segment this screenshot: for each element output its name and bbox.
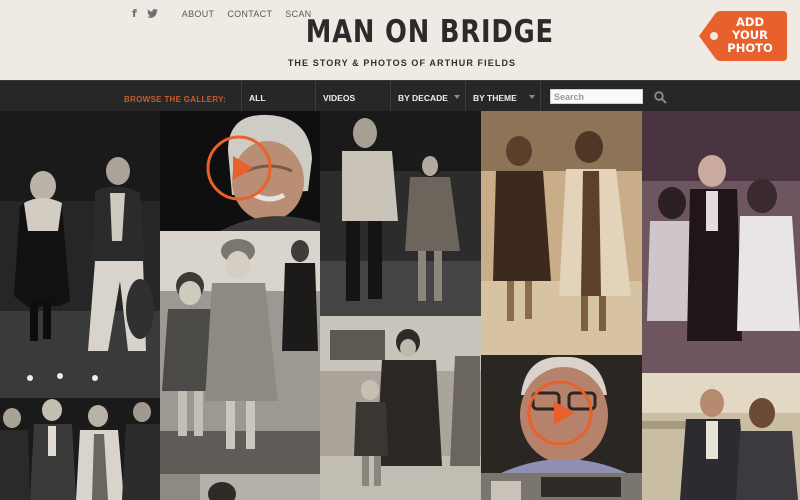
chevron-down-icon	[454, 95, 460, 99]
contact-link[interactable]: CONTACT	[227, 9, 272, 19]
chevron-down-icon	[529, 95, 535, 99]
gallery-photo[interactable]	[0, 111, 160, 368]
filter-by-theme-label: BY THEME	[473, 93, 517, 103]
gallery-photo[interactable]	[642, 111, 800, 373]
play-button[interactable]	[205, 134, 273, 202]
add-photo-button[interactable]: ADD YOUR PHOTO	[697, 10, 788, 62]
gallery-photo[interactable]	[160, 474, 320, 500]
filter-by-theme[interactable]: BY THEME	[465, 81, 541, 111]
filter-by-decade[interactable]: BY DECADE	[390, 81, 465, 111]
logo-subtitle: THE STORY & PHOTOS OF ARTHUR FIELDS	[287, 58, 517, 68]
gallery-photo[interactable]	[320, 316, 481, 500]
filter-all[interactable]: ALL	[241, 81, 315, 111]
add-photo-label: ADD YOUR PHOTO	[727, 15, 773, 55]
gallery-photo[interactable]	[160, 231, 320, 500]
gallery-photo[interactable]	[642, 373, 800, 500]
about-link[interactable]: ABOUT	[182, 9, 215, 19]
play-button[interactable]	[526, 379, 594, 447]
search-icon[interactable]	[654, 91, 667, 109]
gallery-photo[interactable]	[481, 111, 642, 355]
filter-by-decade-label: BY DECADE	[398, 93, 448, 103]
site-logo[interactable]: MAN ON BRIDGE THE STORY & PHOTOS OF ARTH…	[286, 14, 554, 68]
gallery-photo[interactable]	[0, 368, 160, 500]
filter-videos[interactable]: VIDEOS	[315, 81, 390, 111]
gallery-photo[interactable]	[481, 473, 642, 500]
twitter-icon[interactable]	[146, 9, 158, 18]
social-links: f	[132, 7, 168, 20]
play-icon	[206, 135, 272, 201]
filter-videos-label: VIDEOS	[323, 93, 356, 103]
search-input[interactable]	[550, 89, 643, 104]
gallery-photo[interactable]	[320, 111, 481, 316]
filter-all-label: ALL	[249, 93, 266, 103]
gallery-nav-bar: BROWSE THE GALLERY: ALL VIDEOS BY DECADE…	[0, 80, 800, 111]
facebook-icon[interactable]: f	[132, 7, 137, 20]
play-icon	[527, 380, 593, 446]
logo-title: MAN ON BRIDGE	[305, 14, 554, 50]
site-header: f ABOUT CONTACT SCAN MAN ON BRIDGE THE S…	[0, 0, 800, 80]
browse-gallery-label: BROWSE THE GALLERY:	[124, 95, 227, 104]
